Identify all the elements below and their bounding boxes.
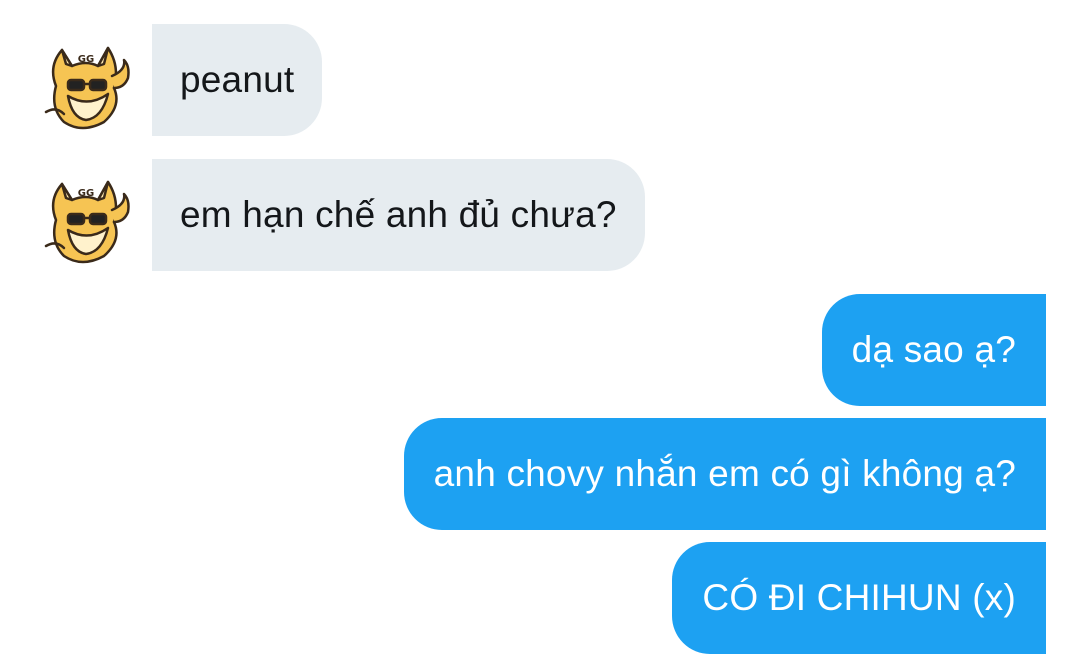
- svg-text:GG: GG: [78, 54, 94, 65]
- outgoing-message-bubble[interactable]: CÓ ĐI CHIHUN (x): [672, 542, 1046, 654]
- message-thread: GG peanut GG em hạn chế anh đủ chưa? dạ: [0, 0, 1080, 660]
- sender-avatar[interactable]: GG: [42, 36, 134, 136]
- fox-sunglasses-avatar-icon: GG: [44, 46, 130, 130]
- message-text: em hạn chế anh đủ chưa?: [180, 194, 617, 235]
- message-text: dạ sao ạ?: [851, 329, 1016, 370]
- svg-text:GG: GG: [78, 188, 94, 199]
- incoming-message-bubble[interactable]: em hạn chế anh đủ chưa?: [152, 159, 645, 271]
- fox-sunglasses-avatar-icon: GG: [44, 180, 130, 264]
- outgoing-message-bubble[interactable]: anh chovy nhắn em có gì không ạ?: [403, 418, 1046, 530]
- message-text: peanut: [180, 59, 295, 100]
- message-text: CÓ ĐI CHIHUN (x): [702, 577, 1016, 618]
- sender-avatar[interactable]: GG: [42, 170, 134, 270]
- outgoing-message-bubble[interactable]: dạ sao ạ?: [821, 294, 1046, 406]
- message-text: anh chovy nhắn em có gì không ạ?: [433, 453, 1016, 494]
- incoming-message-bubble[interactable]: peanut: [152, 24, 323, 136]
